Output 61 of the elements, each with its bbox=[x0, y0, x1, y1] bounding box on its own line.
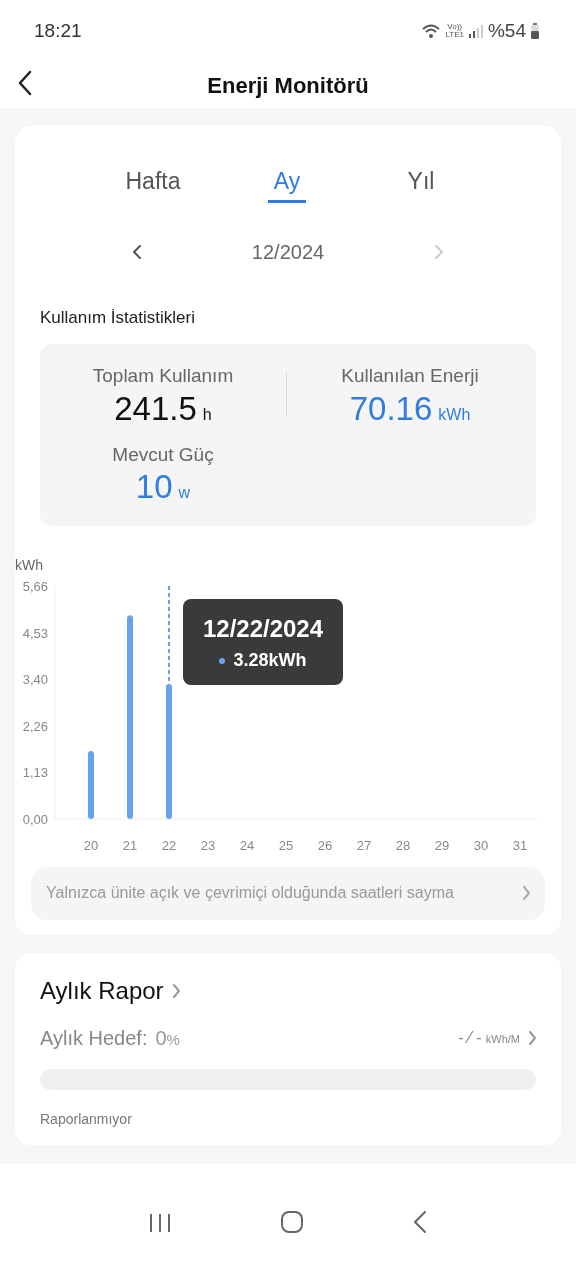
stat-unit: kWh bbox=[438, 405, 471, 423]
x-tick-label: 28 bbox=[395, 837, 411, 853]
x-tick-label: 30 bbox=[473, 837, 489, 853]
goal-button[interactable]: - ⁄ - kWh/M bbox=[458, 1025, 537, 1051]
x-tick-label: 24 bbox=[239, 837, 255, 853]
tab[interactable]: Yıl bbox=[401, 160, 441, 203]
chevron-right-icon bbox=[522, 885, 531, 902]
x-tick-label: 29 bbox=[434, 837, 450, 853]
tooltip-value: 3.28kWh bbox=[233, 649, 307, 670]
wifi-icon bbox=[421, 23, 442, 39]
stat-value: 241.5 bbox=[114, 389, 197, 427]
chevron-left-icon bbox=[131, 244, 142, 261]
x-tick-label: 31 bbox=[512, 837, 528, 853]
x-tick-label: 23 bbox=[200, 837, 216, 853]
battery-icon bbox=[530, 23, 540, 39]
y-tick-label: 1,13 bbox=[22, 765, 48, 781]
home-icon bbox=[280, 1210, 304, 1235]
stat-value: 70.16 bbox=[349, 389, 433, 427]
page-title: Enerji Monitörü bbox=[206, 71, 370, 100]
x-tick-label: 22 bbox=[161, 837, 177, 853]
y-tick-label: 5,66 bbox=[22, 578, 48, 594]
bar[interactable] bbox=[88, 750, 94, 819]
y-tick-label: 4,53 bbox=[22, 625, 48, 641]
x-tick-label: 21 bbox=[122, 837, 138, 853]
volte-label: Vo)) bbox=[447, 23, 463, 31]
battery-percent: %54 bbox=[487, 18, 526, 43]
x-tick-label: 27 bbox=[356, 837, 372, 853]
recents-icon bbox=[149, 1212, 172, 1233]
stat-label: Toplam Kullanım bbox=[91, 364, 235, 388]
stat-label: Kullanılan Enerji bbox=[340, 364, 480, 388]
y-tick-label: 3,40 bbox=[22, 671, 48, 687]
stat-value: 10 bbox=[135, 468, 173, 506]
chevron-right-icon bbox=[171, 983, 181, 999]
chevron-right-icon bbox=[434, 244, 445, 261]
x-tick-label: 20 bbox=[83, 837, 99, 853]
section-title: Kullanım İstatistikleri bbox=[40, 306, 196, 329]
tab[interactable]: Ay bbox=[267, 160, 307, 203]
x-tick-label: 25 bbox=[278, 837, 294, 853]
tooltip-date: 12/22/2024 bbox=[201, 613, 325, 644]
status-time: 18:21 bbox=[34, 18, 82, 43]
target-value: 0 bbox=[155, 1027, 167, 1049]
y-tick-label: 0,00 bbox=[22, 811, 48, 827]
signal-icon bbox=[467, 24, 484, 38]
x-tick-label: 26 bbox=[317, 837, 333, 853]
stat-unit: w bbox=[178, 484, 191, 502]
back-icon bbox=[412, 1210, 427, 1235]
chevron-right-icon bbox=[528, 1030, 537, 1046]
period-label: 12/2024 bbox=[251, 239, 325, 265]
stat-unit: h bbox=[202, 405, 212, 423]
back-button[interactable] bbox=[18, 70, 32, 96]
percent-unit: % bbox=[166, 1031, 180, 1048]
lte-label: LTE1 bbox=[445, 31, 464, 39]
tab[interactable]: Hafta bbox=[119, 160, 187, 203]
stat-label: Mevcut Güç bbox=[111, 442, 215, 467]
report-link[interactable]: Aylık Rapor bbox=[40, 973, 181, 1009]
back-icon bbox=[18, 70, 32, 96]
target-label: Aylık Hedef: bbox=[40, 1026, 148, 1051]
legend-dot-icon bbox=[219, 658, 226, 665]
y-tick-label: 2,26 bbox=[22, 718, 48, 734]
report-status: Raporlanmıyor bbox=[40, 1110, 133, 1129]
y-axis-unit: kWh bbox=[15, 556, 43, 573]
